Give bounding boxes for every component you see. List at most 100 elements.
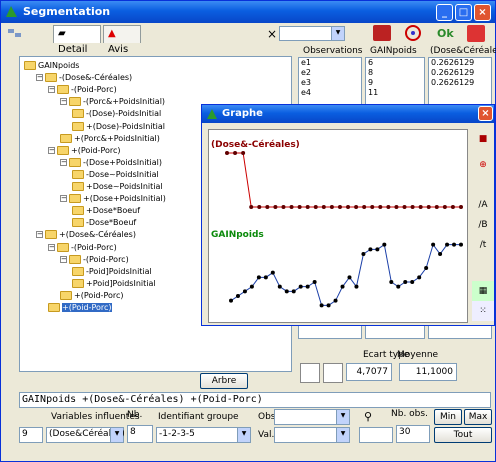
list-item[interactable]: 0.2626129	[429, 58, 491, 68]
graph-dots-icon[interactable]: ⁙	[472, 301, 494, 321]
tree-node[interactable]: − -(Poid-Porc)	[60, 254, 129, 266]
nb-obs-field[interactable]: 30	[396, 425, 430, 443]
tree-node[interactable]: +(Porc&+PoidsInitial)	[60, 133, 160, 145]
tree-node[interactable]: -Poid]PoidsInitial	[72, 266, 152, 278]
tree-node[interactable]: − +(Poid-Porc)	[48, 145, 121, 157]
chevron-down-icon: ▼	[237, 428, 250, 442]
maximize-button[interactable]: □	[455, 4, 472, 21]
collapse-icon[interactable]: −	[36, 74, 43, 82]
clear-x-button[interactable]: ×	[267, 27, 277, 41]
collapse-icon[interactable]: −	[36, 231, 43, 239]
arbre-button[interactable]: Arbre	[200, 373, 248, 389]
ok-button[interactable]: Ok	[437, 27, 454, 40]
tab-avis[interactable]: ▲ Avis	[103, 25, 141, 55]
tree-node[interactable]: − -(Poid-Porc)	[48, 242, 117, 254]
chevron-down-icon: ▼	[331, 27, 344, 40]
data-point	[319, 303, 324, 308]
tree-node[interactable]: − +(Dose&-Céréales)	[36, 229, 136, 241]
tree-node[interactable]: − -(Dose+PoidsInitial)	[60, 157, 162, 169]
list-item[interactable]: 9	[366, 78, 424, 88]
tree-node-label: -(Poid-Porc)	[71, 85, 117, 95]
list-item[interactable]: 0.2626129	[429, 78, 491, 88]
tab-avis-label: Avis	[108, 44, 129, 55]
tree-node[interactable]: − +(Dose+PoidsInitial)	[60, 193, 166, 205]
collapse-icon[interactable]: −	[48, 243, 55, 251]
graph-t-icon[interactable]: /t	[472, 235, 494, 255]
folder-icon	[60, 290, 72, 300]
list-item[interactable]: e3	[299, 78, 361, 88]
tout-button[interactable]: Tout	[434, 427, 492, 443]
tree-node[interactable]: +Dose~PoidsInitial	[72, 181, 163, 193]
data-point	[225, 151, 229, 155]
book-red-icon[interactable]	[373, 25, 391, 41]
nb-label: Nb.	[127, 410, 143, 420]
tree-node[interactable]: -(Dose)-PoidsInitial	[72, 108, 161, 120]
groupe-dropdown-value: -1-2-3-5	[159, 429, 195, 439]
tree-node[interactable]: − -(Porc&+PoidsInitial)	[60, 96, 165, 108]
tree-view-icon[interactable]	[7, 27, 23, 39]
list-item[interactable]: 8	[366, 68, 424, 78]
tab-detail[interactable]: ▰ Detail	[53, 25, 101, 55]
list-item[interactable]: e4	[299, 88, 361, 98]
val-dropdown[interactable]: ▼	[274, 427, 350, 443]
tree-node[interactable]: +(Dose)-PoidsInitial	[72, 121, 165, 133]
moyenne-value: 11,1000	[399, 363, 457, 381]
nb-field[interactable]: 8	[127, 425, 153, 443]
list-item[interactable]: 0.2626129	[429, 68, 491, 78]
list-item[interactable]: 6	[366, 58, 424, 68]
min-button[interactable]: Min	[434, 409, 462, 425]
collapse-icon[interactable]: −	[60, 158, 67, 166]
graph-a-icon[interactable]: /A	[472, 195, 494, 215]
tree-node[interactable]: − -(Poid-Porc)	[48, 84, 117, 96]
tree-node[interactable]: − -(Dose&-Céréales)	[36, 72, 132, 84]
folder-icon	[72, 266, 84, 276]
data-point	[354, 284, 359, 289]
close-button[interactable]: ×	[474, 4, 491, 21]
list-item[interactable]: e1	[299, 58, 361, 68]
graph-network-icon[interactable]: ⊕	[472, 155, 494, 175]
folder-icon	[57, 145, 69, 155]
bottom-series-label: GAINpoids	[211, 230, 264, 240]
list-item[interactable]: e2	[299, 68, 361, 78]
chart-icon[interactable]	[300, 363, 320, 383]
graph-book-icon[interactable]: ■	[472, 129, 494, 149]
graph-close-button[interactable]: ×	[478, 106, 493, 121]
data-point	[242, 289, 247, 294]
minimize-button[interactable]: _	[436, 4, 453, 21]
count-field[interactable]: 9	[19, 427, 43, 443]
tree-node[interactable]: -Dose*Boeuf	[72, 217, 136, 229]
network-icon[interactable]	[403, 25, 423, 42]
folder-icon	[69, 97, 81, 107]
max-button[interactable]: Max	[464, 409, 492, 425]
toolbar-dropdown[interactable]: ▼	[279, 26, 345, 41]
collapse-icon[interactable]: −	[60, 195, 67, 203]
collapse-icon[interactable]: −	[60, 98, 67, 106]
binoculars-icon[interactable]: ⚲	[364, 410, 372, 423]
formula-field[interactable]: GAINpoids +(Dose&-Céréales) +(Poid-Porc)	[19, 392, 491, 408]
tree-node[interactable]: +Dose*Boeuf	[72, 205, 140, 217]
graph-b-icon[interactable]: /B	[472, 215, 494, 235]
tree-node[interactable]: +(Poid-Porc)	[48, 302, 112, 314]
collapse-icon[interactable]: −	[48, 86, 55, 94]
exit-icon[interactable]	[467, 25, 485, 42]
collapse-icon[interactable]: −	[48, 146, 55, 154]
tree-node[interactable]: GAINpoids	[24, 60, 79, 72]
tree-node[interactable]: +Poid]PoidsInitial	[72, 278, 156, 290]
tree-node[interactable]: +(Poid-Porc)	[60, 290, 124, 302]
data-point	[445, 242, 450, 247]
tree-node[interactable]: -Dose~PoidsInitial	[72, 169, 159, 181]
collapse-icon[interactable]: −	[60, 255, 67, 263]
list-item[interactable]: 11	[366, 88, 424, 98]
chart-grid-icon[interactable]	[323, 363, 343, 383]
warning-icon: ▲	[108, 28, 116, 39]
obs-dropdown[interactable]: ▼	[274, 409, 350, 425]
graph-grid-icon[interactable]: ▦	[472, 281, 494, 301]
folder-icon	[72, 206, 84, 216]
variable-dropdown[interactable]: (Dose&Céréales) ▼	[46, 427, 125, 443]
groupe-dropdown[interactable]: -1-2-3-5 ▼	[156, 427, 251, 443]
data-point	[403, 280, 408, 284]
folder-icon	[72, 169, 84, 179]
data-point	[418, 205, 423, 209]
tree-node-label: -(Poid-Porc)	[71, 242, 117, 252]
obs-input[interactable]	[359, 427, 393, 443]
